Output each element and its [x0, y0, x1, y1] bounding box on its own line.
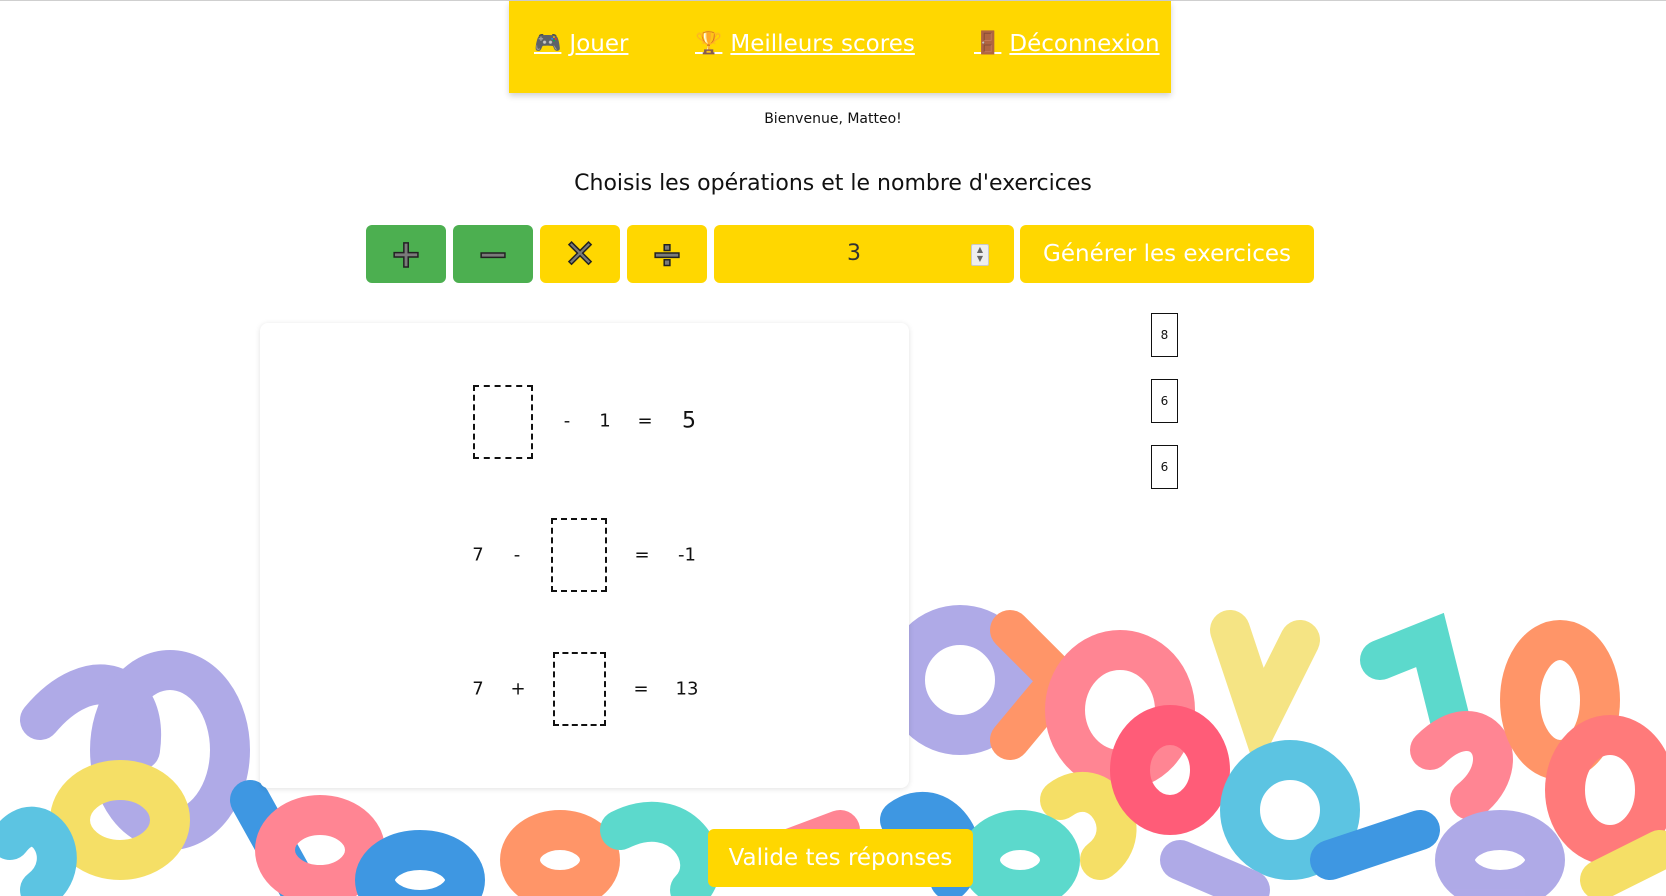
- exercise-count-input[interactable]: 3 ▲ ▼: [714, 225, 1014, 283]
- division-toggle-button[interactable]: ÷: [627, 225, 707, 283]
- page-heading: Choisis les opérations et le nombre d'ex…: [574, 171, 1092, 196]
- result: 13: [675, 678, 699, 700]
- answer-drop-zone[interactable]: [553, 652, 606, 726]
- nav-link-meilleurs-scores[interactable]: 🏆 Meilleurs scores: [695, 31, 915, 57]
- trophy-icon: 🏆: [695, 31, 723, 56]
- subtraction-toggle-button[interactable]: −: [453, 225, 533, 283]
- operator: +: [510, 678, 526, 700]
- equals-sign: =: [633, 678, 649, 700]
- equals-sign: =: [634, 544, 650, 566]
- exercise-count-value[interactable]: 3: [714, 225, 994, 283]
- answer-drop-zone[interactable]: [473, 385, 533, 459]
- nav-link-label: Jouer: [569, 31, 629, 57]
- times-icon: ✕: [563, 232, 596, 276]
- answer-tile[interactable]: 6: [1151, 379, 1178, 423]
- divide-icon: ÷: [650, 232, 683, 276]
- welcome-message: Bienvenue, Matteo!: [764, 111, 902, 127]
- nav-link-label: Meilleurs scores: [730, 31, 915, 57]
- submit-answers-button[interactable]: Valide tes réponses: [708, 829, 973, 887]
- operator: -: [563, 410, 571, 432]
- minus-icon: −: [476, 232, 509, 276]
- nav-link-deconnexion[interactable]: 🚪 Déconnexion: [974, 31, 1160, 57]
- game-controller-icon: 🎮: [534, 31, 562, 56]
- equals-sign: =: [637, 410, 653, 432]
- answer-drop-zone[interactable]: [551, 518, 607, 592]
- result: 5: [682, 408, 696, 434]
- operand-a: 7: [472, 544, 484, 566]
- answer-tile[interactable]: 8: [1151, 313, 1178, 357]
- result: -1: [678, 544, 696, 566]
- addition-toggle-button[interactable]: +: [366, 225, 446, 283]
- operand-b: 1: [599, 410, 611, 432]
- nav-link-label: Déconnexion: [1009, 31, 1160, 57]
- answer-tile[interactable]: 6: [1151, 445, 1178, 489]
- exercise-card: - 1 = 5 7 - = -1 7 + = 13: [260, 323, 909, 788]
- operator: -: [513, 544, 521, 566]
- main-nav: 🎮 Jouer 🏆 Meilleurs scores 🚪 Déconnexion: [509, 1, 1171, 93]
- door-icon: 🚪: [974, 31, 1002, 56]
- generate-exercises-button[interactable]: Générer les exercices: [1020, 225, 1314, 283]
- operand-a: 7: [472, 678, 484, 700]
- number-spinner-icon[interactable]: ▲ ▼: [971, 244, 989, 266]
- nav-link-jouer[interactable]: 🎮 Jouer: [534, 31, 628, 57]
- multiplication-toggle-button[interactable]: ✕: [540, 225, 620, 283]
- plus-icon: +: [389, 232, 422, 276]
